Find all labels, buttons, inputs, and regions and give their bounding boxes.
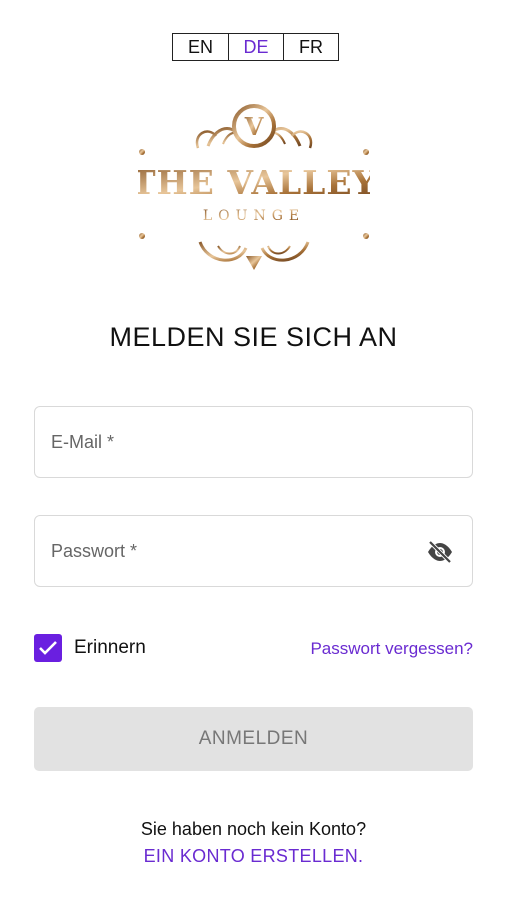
create-account-link[interactable]: EIN KONTO ERSTELLEN. <box>0 846 507 867</box>
remember-me-checkbox[interactable]: Erinnern <box>34 634 146 662</box>
logo-subtitle: LOUNGE <box>203 208 305 224</box>
the-valley-lounge-logo: V THE VALLEY LOUNGE <box>138 104 370 270</box>
email-input[interactable] <box>35 407 472 477</box>
password-input[interactable] <box>35 516 472 586</box>
login-screen: EN DE FR V THE VALLEY LOUNGE MELDEN SIE … <box>0 0 507 900</box>
eye-off-icon[interactable] <box>426 541 454 563</box>
checkbox-checked-icon[interactable] <box>34 634 62 662</box>
forgot-password-link[interactable]: Passwort vergessen? <box>310 639 473 659</box>
login-button[interactable]: ANMELDEN <box>34 707 473 771</box>
lang-option-en[interactable]: EN <box>173 34 228 60</box>
lang-option-fr[interactable]: FR <box>283 34 338 60</box>
logo-monogram: V <box>244 112 264 141</box>
page-title: MELDEN SIE SICH AN <box>109 322 398 352</box>
password-field-container <box>34 515 473 587</box>
lang-option-de[interactable]: DE <box>228 34 283 60</box>
logo-name: THE VALLEY <box>138 163 370 202</box>
no-account-text: Sie haben noch kein Konto? <box>140 819 367 839</box>
remember-me-label: Erinnern <box>74 637 146 658</box>
language-switcher: EN DE FR <box>172 33 339 61</box>
email-field-container <box>34 406 473 478</box>
